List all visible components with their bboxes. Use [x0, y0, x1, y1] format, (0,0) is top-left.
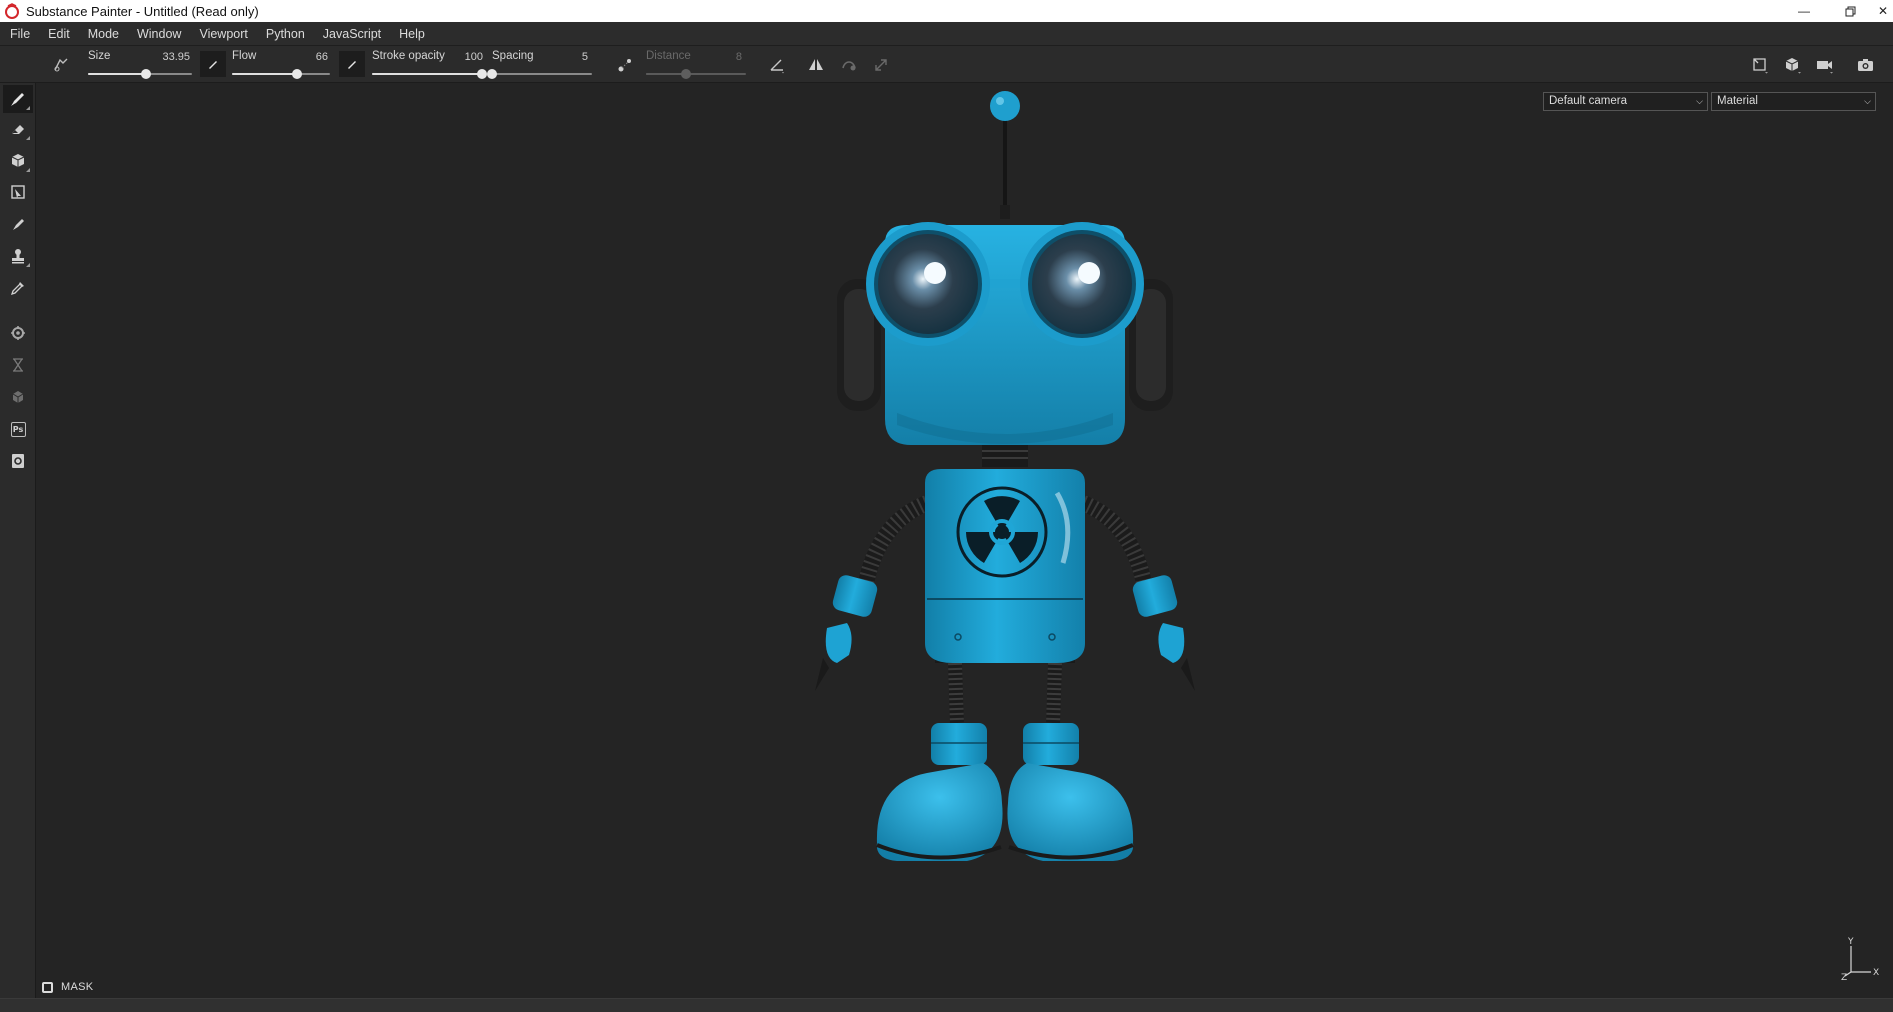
documentation-button[interactable]: [3, 447, 33, 475]
paint-tool[interactable]: [3, 85, 33, 113]
menu-help[interactable]: Help: [390, 22, 434, 46]
tool-properties-toolbar: Size 33.95 Flow 66 Stroke opacity 100 Sp…: [0, 46, 1893, 83]
alignment-icon[interactable]: [766, 54, 788, 76]
menu-viewport[interactable]: Viewport: [190, 22, 256, 46]
brush-preset-icon[interactable]: [50, 54, 72, 76]
iray-icon: [12, 391, 24, 403]
menu-window[interactable]: Window: [128, 22, 190, 46]
slider-fill: [88, 73, 146, 75]
channel-select-value: Material: [1717, 95, 1758, 107]
minimize-icon[interactable]: —: [1781, 0, 1827, 22]
flow-value[interactable]: 66: [316, 51, 328, 63]
size-value[interactable]: 33.95: [162, 51, 190, 63]
bake-settings-button[interactable]: [3, 319, 33, 347]
feet: [876, 723, 1134, 861]
mask-toggle[interactable]: MASK: [42, 981, 93, 993]
symmetry-icon[interactable]: [805, 54, 827, 76]
screenshot-icon[interactable]: [1855, 54, 1877, 76]
polygon-fill-icon: [11, 185, 25, 199]
photoshop-icon: Ps: [10, 421, 26, 437]
distance-slider: Distance 8: [646, 48, 746, 81]
axis-y-label: Y: [1847, 937, 1854, 947]
slider-fill: [372, 73, 482, 75]
antenna: [990, 91, 1020, 219]
slider-handle[interactable]: [477, 69, 487, 79]
slider-fill: [232, 73, 297, 75]
window-title: Substance Painter - Untitled (Read only): [26, 3, 259, 19]
camera-select-value: Default camera: [1549, 95, 1627, 107]
robot-torso: [925, 469, 1085, 663]
export-icon: [13, 358, 23, 372]
smudge-tool[interactable]: [3, 210, 33, 238]
iray-button[interactable]: [3, 383, 33, 411]
neck: [982, 445, 1028, 467]
status-bar: [0, 998, 1893, 1012]
camera-icon[interactable]: [1814, 54, 1836, 76]
restore-icon[interactable]: [1827, 0, 1873, 22]
substance-painter-window: Substance Painter - Untitled (Read only)…: [0, 0, 1893, 1012]
transform-icon[interactable]: [870, 54, 892, 76]
projection-icon: [11, 154, 25, 167]
eraser-tool[interactable]: [3, 115, 33, 143]
3d-viewport[interactable]: Default camera ⌵ Material ⌵ MASK Y X Z: [37, 83, 1893, 998]
robot-3d-model[interactable]: [757, 83, 1197, 883]
3d-view-icon[interactable]: [1782, 54, 1804, 76]
size-slider[interactable]: Size 33.95: [88, 48, 194, 81]
mask-label: MASK: [61, 981, 94, 993]
stroke-opacity-value[interactable]: 100: [465, 51, 483, 63]
bake-settings-icon: [11, 326, 25, 340]
chevron-down-icon: ⌵: [1696, 96, 1703, 106]
menu-mode[interactable]: Mode: [79, 22, 128, 46]
eraser-icon: [12, 125, 24, 134]
smudge-icon: [13, 219, 24, 230]
slider-handle[interactable]: [141, 69, 151, 79]
stroke-opacity-label: Stroke opacity: [372, 50, 445, 62]
slider-handle: [681, 69, 691, 79]
spacing-slider[interactable]: Spacing 5: [487, 48, 592, 81]
spacing-value[interactable]: 5: [582, 51, 588, 63]
clone-stamp-icon: [12, 249, 24, 264]
menu-python[interactable]: Python: [257, 22, 314, 46]
spacing-label: Spacing: [492, 50, 534, 62]
size-label: Size: [88, 50, 111, 62]
paint-brush-icon: [11, 93, 24, 106]
menu-edit[interactable]: Edit: [39, 22, 79, 46]
export-button[interactable]: [3, 351, 33, 379]
polygon-fill-tool[interactable]: [3, 178, 33, 206]
slider-fill: [646, 73, 686, 75]
left-toolbar: Ps: [0, 83, 36, 998]
menu-javascript[interactable]: JavaScript: [314, 22, 390, 46]
2d-view-icon[interactable]: [1750, 54, 1772, 76]
close-icon[interactable]: ✕: [1873, 0, 1893, 22]
channel-select[interactable]: Material ⌵: [1711, 92, 1876, 111]
slider-handle[interactable]: [292, 69, 302, 79]
photoshop-button[interactable]: Ps: [3, 415, 33, 443]
projection-tool[interactable]: [3, 147, 33, 175]
flow-label: Flow: [232, 50, 257, 62]
axis-z-label: Z: [1841, 973, 1847, 980]
distance-label: Distance: [646, 50, 691, 62]
mask-checkbox[interactable]: [42, 981, 53, 993]
chevron-down-icon: ⌵: [1864, 96, 1871, 106]
symmetry-settings-icon[interactable]: [838, 54, 860, 76]
color-picker-icon: [10, 282, 24, 296]
menu-bar: File Edit Mode Window Viewport Python Ja…: [0, 22, 1893, 46]
flow-slider[interactable]: Flow 66: [232, 48, 332, 81]
size-pen-pressure-button[interactable]: [200, 51, 226, 77]
distance-value: 8: [735, 51, 742, 63]
lazy-mouse-icon[interactable]: [614, 54, 636, 76]
clone-tool[interactable]: [3, 242, 33, 270]
axis-x-label: X: [1873, 968, 1879, 978]
stroke-opacity-slider[interactable]: Stroke opacity 100: [372, 48, 487, 81]
slider-track: [492, 73, 592, 75]
sdk-doc-icon: [12, 454, 24, 468]
camera-select[interactable]: Default camera ⌵: [1543, 92, 1708, 111]
axis-gizmo: Y X Z: [1841, 937, 1879, 980]
color-picker-tool[interactable]: [3, 274, 33, 302]
flow-pen-pressure-button[interactable]: [339, 51, 365, 77]
menu-file[interactable]: File: [0, 22, 39, 46]
app-logo-icon: [5, 3, 19, 19]
slider-handle[interactable]: [487, 69, 497, 79]
title-bar: Substance Painter - Untitled (Read only)…: [0, 0, 1893, 22]
